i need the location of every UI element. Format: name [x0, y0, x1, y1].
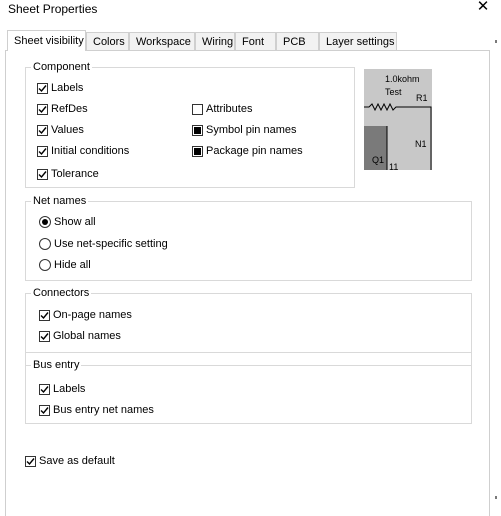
- bus-labels-label: Labels: [53, 383, 86, 395]
- tab-wiring[interactable]: Wiring: [195, 32, 235, 50]
- save-as-default-checkbox[interactable]: Save as default: [25, 453, 115, 469]
- checkbox-box[interactable]: [37, 82, 48, 94]
- component-group-label: Component: [31, 61, 92, 73]
- on-page-names-label: On-page names: [53, 309, 132, 321]
- tab-workspace[interactable]: Workspace: [129, 32, 195, 50]
- preview-test-text: Test: [385, 87, 402, 97]
- checkbox-box[interactable]: [37, 145, 48, 157]
- net-hide-all-radio[interactable]: Hide all: [39, 257, 91, 273]
- initial-conditions-label: Initial conditions: [51, 145, 130, 157]
- scroll-indicator-bottom: [495, 496, 497, 499]
- scroll-indicator-top: [495, 40, 497, 43]
- net-specific-setting-label: Use net-specific setting: [54, 238, 168, 250]
- checkbox-box[interactable]: [39, 330, 50, 342]
- net-show-all-radio[interactable]: Show all: [39, 214, 96, 230]
- checkbox-box[interactable]: [25, 455, 36, 467]
- bus-labels-checkbox[interactable]: Labels: [39, 381, 85, 397]
- attributes-checkbox[interactable]: Attributes: [192, 101, 252, 117]
- net-show-all-label: Show all: [54, 216, 96, 228]
- labels-checkbox[interactable]: Labels: [37, 80, 83, 96]
- preview-value-text: 1.0kohm: [385, 74, 420, 84]
- bus-entry-group-label: Bus entry: [31, 359, 82, 371]
- preview-pin-label: 11: [389, 162, 399, 172]
- attributes-label: Attributes: [206, 103, 253, 115]
- checkbox-box[interactable]: [39, 309, 50, 321]
- symbol-pin-names-label: Symbol pin names: [206, 124, 297, 136]
- tab-layer-settings[interactable]: Layer settings: [319, 32, 397, 50]
- tab-sheet-visibility[interactable]: Sheet visibility: [7, 30, 86, 51]
- values-label: Values: [51, 124, 84, 136]
- global-names-checkbox[interactable]: Global names: [39, 328, 121, 344]
- save-as-default-label: Save as default: [39, 455, 115, 467]
- connectors-separator: [26, 352, 471, 353]
- window-title: Sheet Properties: [8, 2, 98, 16]
- tab-colors[interactable]: Colors: [86, 32, 129, 50]
- checkbox-box[interactable]: [37, 168, 48, 180]
- values-checkbox[interactable]: Values: [37, 122, 84, 138]
- net-hide-all-label: Hide all: [54, 259, 91, 271]
- checkbox-box[interactable]: [37, 103, 48, 115]
- bus-entry-separator: [26, 365, 471, 366]
- package-pin-names-checkbox[interactable]: Package pin names: [192, 143, 303, 159]
- preview-panel: 1.0kohm Test R1 N1 Q1 11: [364, 69, 432, 172]
- refdes-checkbox[interactable]: RefDes: [37, 101, 88, 117]
- package-pin-names-label: Package pin names: [206, 145, 303, 157]
- preview-q-label: Q1: [372, 155, 385, 165]
- labels-label: Labels: [51, 82, 84, 94]
- checkbox-box[interactable]: [192, 145, 203, 157]
- tolerance-label: Tolerance: [51, 168, 99, 180]
- checkbox-box[interactable]: [39, 404, 50, 416]
- checkbox-box[interactable]: [39, 383, 50, 395]
- radio-circle[interactable]: [39, 216, 51, 228]
- tolerance-checkbox[interactable]: Tolerance: [37, 166, 99, 182]
- symbol-pin-names-checkbox[interactable]: Symbol pin names: [192, 122, 297, 138]
- checkbox-box[interactable]: [192, 124, 203, 136]
- refdes-label: RefDes: [51, 103, 88, 115]
- preview-r-label: R1: [416, 93, 428, 103]
- initial-conditions-checkbox[interactable]: Initial conditions: [37, 143, 129, 159]
- bus-entry-net-names-checkbox[interactable]: Bus entry net names: [39, 402, 154, 418]
- preview-n-label: N1: [415, 139, 427, 149]
- checkbox-box[interactable]: [37, 124, 48, 136]
- radio-circle[interactable]: [39, 259, 51, 271]
- on-page-names-checkbox[interactable]: On-page names: [39, 307, 132, 323]
- net-names-group-label: Net names: [31, 195, 89, 207]
- radio-circle[interactable]: [39, 238, 51, 250]
- connectors-group-label: Connectors: [31, 287, 92, 299]
- tab-pcb[interactable]: PCB: [276, 32, 319, 50]
- tab-font[interactable]: Font: [235, 32, 276, 50]
- global-names-label: Global names: [53, 330, 121, 342]
- close-icon[interactable]: ✕: [476, 0, 490, 15]
- checkbox-box[interactable]: [192, 103, 203, 115]
- net-specific-setting-radio[interactable]: Use net-specific setting: [39, 236, 168, 252]
- bus-entry-net-names-label: Bus entry net names: [53, 404, 154, 416]
